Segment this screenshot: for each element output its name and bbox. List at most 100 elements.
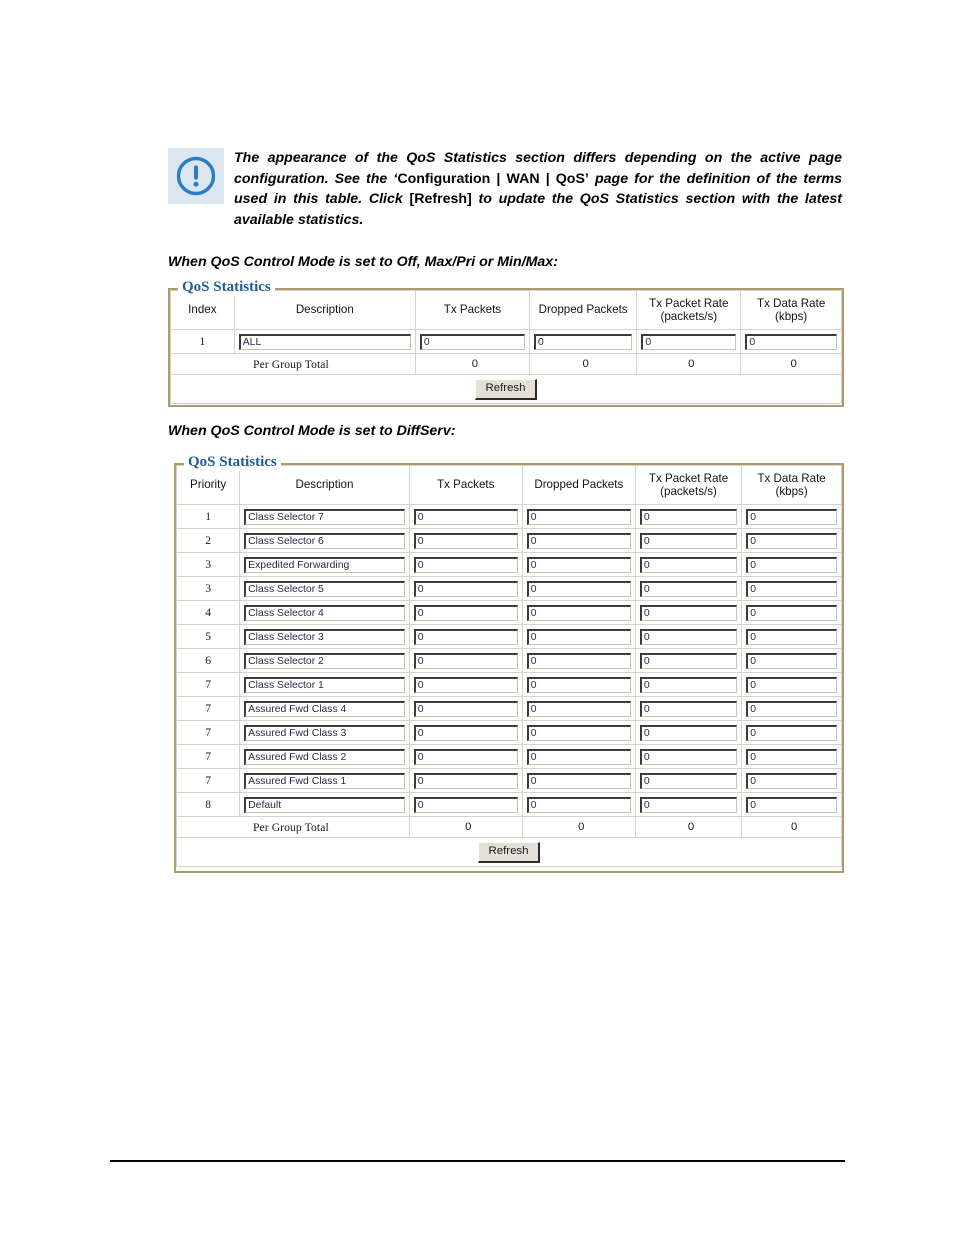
description-input[interactable]: Expedited Forwarding [244, 556, 405, 573]
tx-packets-input[interactable]: 0 [413, 748, 518, 765]
caption-diffserv: When QoS Control Mode is set to DiffServ… [168, 423, 456, 439]
tx-data-rate-input[interactable]: 0 [746, 796, 837, 813]
col-header-tx-packet-rate: Tx Packet Rate (packets/s) [634, 465, 743, 505]
tx-packet-rate-input[interactable]: 0 [639, 604, 738, 621]
tx-packet-rate-input[interactable]: 0 [639, 580, 738, 597]
tx-data-rate-cell: 0 [741, 552, 842, 577]
description-input[interactable]: Class Selector 1 [244, 676, 405, 693]
dropped-packets-input[interactable]: 0 [526, 700, 631, 717]
description-input[interactable]: Assured Fwd Class 4 [244, 700, 405, 717]
tx-packet-rate-input[interactable]: 0 [639, 796, 738, 813]
row-priority: 7 [175, 696, 241, 721]
tx-data-rate-input[interactable]: 0 [745, 333, 837, 350]
tx-packets-input[interactable]: 0 [413, 580, 518, 597]
tx-packets-input[interactable]: 0 [413, 628, 518, 645]
tx-packet-rate-cell: 0 [634, 744, 743, 769]
total-tx-packet-rate: 0 [636, 353, 742, 375]
tx-packet-rate-input[interactable]: 0 [639, 532, 738, 549]
row-priority: 7 [175, 744, 241, 769]
tx-data-rate-input[interactable]: 0 [746, 508, 837, 525]
dropped-packets-input[interactable]: 0 [526, 652, 631, 669]
description-cell: Class Selector 6 [239, 528, 410, 553]
tx-data-rate-input[interactable]: 0 [746, 724, 837, 741]
tx-packets-input[interactable]: 0 [413, 556, 518, 573]
tx-packet-rate-input[interactable]: 0 [639, 628, 738, 645]
tx-packet-rate-input[interactable]: 0 [639, 724, 738, 741]
refresh-button[interactable]: Refresh [477, 841, 541, 863]
description-input[interactable]: ALL [238, 333, 411, 350]
tx-data-rate-input[interactable]: 0 [746, 580, 837, 597]
dropped-packets-input[interactable]: 0 [526, 796, 631, 813]
dropped-packets-input[interactable]: 0 [526, 676, 631, 693]
dropped-packets-input[interactable]: 0 [526, 724, 631, 741]
tx-packets-input[interactable]: 0 [413, 796, 518, 813]
tx-packet-rate-cell: 0 [634, 672, 743, 697]
dropped-packets-cell: 0 [521, 528, 636, 553]
dropped-packets-input[interactable]: 0 [526, 532, 631, 549]
col-header-tx-data-rate: Tx Data Rate (kbps) [741, 465, 842, 505]
tx-packets-cell: 0 [408, 600, 523, 625]
description-input[interactable]: Class Selector 3 [244, 628, 405, 645]
tx-packet-rate-input[interactable]: 0 [639, 748, 738, 765]
row-priority: 4 [175, 600, 241, 625]
note-text: The appearance of the QoS Statistics sec… [234, 150, 843, 228]
tx-packet-rate-cell: 0 [634, 720, 743, 745]
tx-data-rate-input[interactable]: 0 [746, 772, 837, 789]
description-input[interactable]: Assured Fwd Class 2 [244, 748, 405, 765]
tx-packets-input[interactable]: 0 [413, 604, 518, 621]
dropped-packets-cell: 0 [521, 696, 636, 721]
tx-packet-rate-input[interactable]: 0 [641, 333, 737, 350]
row-priority: 2 [175, 528, 241, 553]
description-input[interactable]: Class Selector 4 [244, 604, 405, 621]
tx-packets-input[interactable]: 0 [413, 772, 518, 789]
dropped-packets-input[interactable]: 0 [526, 628, 631, 645]
description-input[interactable]: Class Selector 6 [244, 532, 405, 549]
tx-data-rate-input[interactable]: 0 [746, 676, 837, 693]
dropped-packets-input[interactable]: 0 [526, 556, 631, 573]
panel-legend-diffserv: QoS Statistics [184, 454, 281, 471]
tx-packets-input[interactable]: 0 [413, 724, 518, 741]
total-tx-packets: 0 [408, 816, 523, 838]
dropped-packets-input[interactable]: 0 [526, 604, 631, 621]
tx-data-rate-input[interactable]: 0 [746, 700, 837, 717]
description-input[interactable]: Class Selector 2 [244, 652, 405, 669]
tx-packet-rate-input[interactable]: 0 [639, 772, 738, 789]
row-priority: 7 [175, 720, 241, 745]
dropped-packets-input[interactable]: 0 [526, 772, 631, 789]
tx-packets-input[interactable]: 0 [419, 333, 525, 350]
tx-packets-input[interactable]: 0 [413, 532, 518, 549]
dropped-packets-input[interactable]: 0 [526, 748, 631, 765]
tx-packet-rate-input[interactable]: 0 [639, 652, 738, 669]
description-input[interactable]: Class Selector 5 [244, 580, 405, 597]
tx-packet-rate-input[interactable]: 0 [639, 676, 738, 693]
tx-packet-rate-input[interactable]: 0 [639, 556, 738, 573]
description-input[interactable]: Assured Fwd Class 3 [244, 724, 405, 741]
description-input[interactable]: Class Selector 7 [244, 508, 405, 525]
tx-packets-cell: 0 [408, 648, 523, 673]
refresh-button[interactable]: Refresh [474, 378, 538, 400]
table-row: 8 Default 0 0 0 0 [175, 792, 842, 817]
description-input[interactable]: Default [244, 796, 405, 813]
tx-data-rate-input[interactable]: 0 [746, 604, 837, 621]
row-index: 1 [170, 329, 235, 354]
tx-data-rate-input[interactable]: 0 [746, 556, 837, 573]
tx-packets-input[interactable]: 0 [413, 508, 518, 525]
dropped-packets-cell: 0 [521, 744, 636, 769]
tx-packets-cell: 0 [408, 504, 523, 529]
description-input[interactable]: Assured Fwd Class 1 [244, 772, 405, 789]
tx-packets-input[interactable]: 0 [413, 700, 518, 717]
tx-data-rate-cell: 0 [741, 576, 842, 601]
tx-data-rate-input[interactable]: 0 [746, 748, 837, 765]
dropped-packets-input[interactable]: 0 [526, 508, 631, 525]
tx-packets-input[interactable]: 0 [413, 676, 518, 693]
per-group-total-label: Per Group Total [170, 353, 416, 375]
tx-packet-rate-input[interactable]: 0 [639, 700, 738, 717]
tx-packet-rate-input[interactable]: 0 [639, 508, 738, 525]
tx-data-rate-input[interactable]: 0 [746, 652, 837, 669]
dropped-packets-input[interactable]: 0 [533, 333, 633, 350]
dropped-packets-input[interactable]: 0 [526, 580, 631, 597]
tx-data-rate-input[interactable]: 0 [746, 628, 837, 645]
tx-packets-cell: 0 [408, 696, 523, 721]
tx-data-rate-input[interactable]: 0 [746, 532, 837, 549]
tx-packets-input[interactable]: 0 [413, 652, 518, 669]
